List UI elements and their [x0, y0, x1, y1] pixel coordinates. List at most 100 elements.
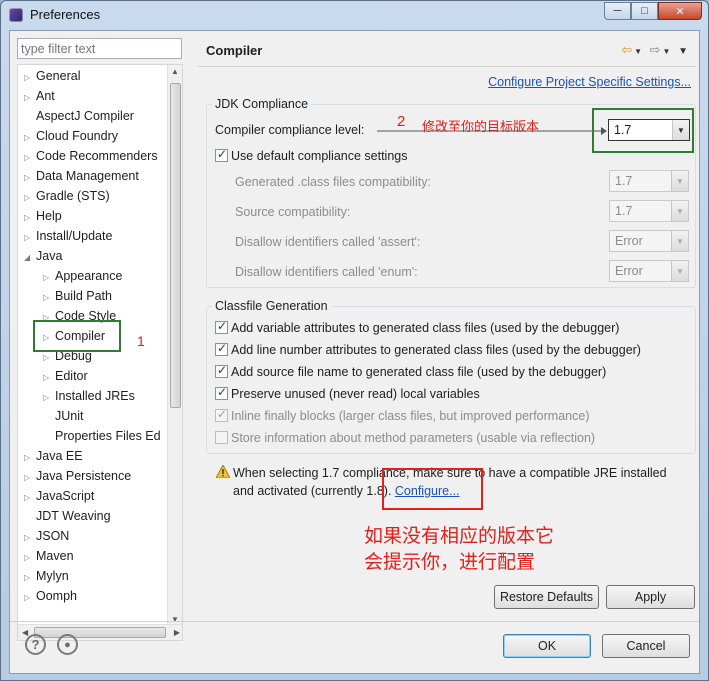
configure-project-settings-link[interactable]: Configure Project Specific Settings...: [488, 75, 691, 89]
cancel-button[interactable]: Cancel: [602, 634, 690, 658]
collapsed-arrow-icon[interactable]: ▷: [43, 288, 55, 308]
collapsed-arrow-icon[interactable]: ▷: [24, 208, 36, 228]
title-bar[interactable]: Preferences ─ □ ✕: [1, 1, 708, 29]
checkbox-checked-icon[interactable]: [215, 385, 228, 400]
tree-item-properties-files-ed[interactable]: Properties Files Ed: [43, 426, 161, 446]
tree-item-label: Appearance: [55, 269, 123, 283]
filter-input[interactable]: [17, 38, 182, 59]
tree-item-javascript[interactable]: ▷ JavaScript: [24, 486, 94, 506]
checkbox-checked-icon[interactable]: [215, 147, 228, 162]
tree-item-java-ee[interactable]: ▷ Java EE: [24, 446, 83, 466]
source-compat-label: Source compatibility:: [235, 205, 351, 219]
tree-item-help[interactable]: ▷ Help: [24, 206, 62, 226]
tree-item-installed-jres[interactable]: ▷ Installed JREs: [43, 386, 135, 406]
classfile-option-checkbox[interactable]: Add line number attributes to generated …: [215, 341, 641, 357]
scroll-right-arrow-icon[interactable]: ▶: [174, 628, 180, 637]
collapsed-arrow-icon[interactable]: ▷: [24, 468, 36, 488]
collapsed-arrow-icon[interactable]: ▷: [24, 228, 36, 248]
chevron-down-icon: ▼: [671, 171, 688, 191]
checkbox-checked-icon[interactable]: [215, 341, 228, 356]
classfile-option-checkbox[interactable]: Add source file name to generated class …: [215, 363, 607, 379]
restore-defaults-button[interactable]: Restore Defaults: [494, 585, 599, 609]
tree-item-java-persistence[interactable]: ▷ Java Persistence: [24, 466, 131, 486]
tree-item-editor[interactable]: ▷ Editor: [43, 366, 88, 386]
annotation-box-configure: [382, 468, 483, 510]
tree-item-data-management[interactable]: ▷ Data Management: [24, 166, 139, 186]
tree-item-code-recommenders[interactable]: ▷ Code Recommenders: [24, 146, 158, 166]
annotation-box-compiler: [33, 320, 121, 352]
scroll-down-arrow-icon[interactable]: ▼: [171, 615, 179, 624]
classfile-option-label: Preserve unused (never read) local varia…: [231, 387, 480, 401]
expanded-arrow-icon[interactable]: ◢: [24, 248, 36, 268]
back-arrow-icon[interactable]: ⇦: [621, 42, 634, 57]
help-icon[interactable]: ?: [25, 634, 46, 655]
annotation-note-line-1: 如果没有相应的版本它: [364, 525, 555, 547]
ok-button[interactable]: OK: [503, 634, 591, 658]
scroll-up-arrow-icon[interactable]: ▲: [171, 67, 179, 76]
collapsed-arrow-icon[interactable]: ▷: [24, 188, 36, 208]
tree-item-maven[interactable]: ▷ Maven: [24, 546, 74, 566]
collapsed-arrow-icon[interactable]: ▷: [24, 168, 36, 188]
collapsed-arrow-icon[interactable]: ▷: [24, 588, 36, 608]
collapsed-arrow-icon[interactable]: ▷: [24, 528, 36, 548]
tree-item-mylyn[interactable]: ▷ Mylyn: [24, 566, 69, 586]
horizontal-scroll-thumb[interactable]: [34, 627, 166, 638]
classfile-option-checkbox[interactable]: Add variable attributes to generated cla…: [215, 319, 620, 335]
checkbox-checked-icon: [215, 407, 228, 422]
tree-item-label: Oomph: [36, 589, 77, 603]
classfile-option-label: Add source file name to generated class …: [231, 365, 607, 379]
compliance-level-label: Compiler compliance level:: [215, 123, 365, 137]
tree-vertical-scrollbar[interactable]: ▲ ▼: [167, 65, 182, 626]
collapsed-arrow-icon[interactable]: ▷: [43, 268, 55, 288]
tree-item-gradle-sts[interactable]: ▷ Gradle (STS): [24, 186, 110, 206]
tree-item-appearance[interactable]: ▷ Appearance: [43, 266, 122, 286]
tree-item-label: Install/Update: [36, 229, 113, 243]
tree-item-java[interactable]: ◢ Java: [24, 246, 62, 266]
classfile-option-label: Add variable attributes to generated cla…: [231, 321, 620, 335]
apply-button[interactable]: Apply: [606, 585, 695, 609]
tree-item-aspectj-compiler[interactable]: AspectJ Compiler: [24, 106, 134, 126]
view-menu-icon[interactable]: ▼: [678, 46, 690, 57]
checkbox-checked-icon[interactable]: [215, 319, 228, 334]
minimize-button[interactable]: ─: [604, 2, 631, 20]
tree-item-install-update[interactable]: ▷ Install/Update: [24, 226, 112, 246]
collapsed-arrow-icon[interactable]: ▷: [24, 128, 36, 148]
tree-item-build-path[interactable]: ▷ Build Path: [43, 286, 112, 306]
tree-item-oomph[interactable]: ▷ Oomph: [24, 586, 77, 606]
tree-item-label: Java: [36, 249, 63, 263]
use-default-compliance-checkbox[interactable]: Use default compliance settings: [215, 147, 407, 163]
collapsed-arrow-icon[interactable]: ▷: [43, 368, 55, 388]
collapsed-arrow-icon[interactable]: ▷: [43, 388, 55, 408]
collapsed-arrow-icon[interactable]: ▷: [24, 548, 36, 568]
window-title: Preferences: [30, 7, 101, 22]
classfile-option-checkbox[interactable]: Preserve unused (never read) local varia…: [215, 385, 480, 401]
preference-tree[interactable]: ▷ General ▷ Ant AspectJ Compiler ▷ Cloud Found…: [17, 64, 183, 641]
collapsed-arrow-icon[interactable]: ▷: [24, 448, 36, 468]
assert-identifier-select: Error ▼: [609, 230, 689, 252]
close-button[interactable]: ✕: [658, 2, 702, 20]
vertical-scroll-thumb[interactable]: [170, 83, 181, 408]
tree-item-cloud-foundry[interactable]: ▷ Cloud Foundry: [24, 126, 118, 146]
annotation-note-line-2: 会提示你，进行配置: [364, 551, 536, 573]
checkbox-checked-icon[interactable]: [215, 363, 228, 378]
collapsed-arrow-icon[interactable]: ▷: [24, 68, 36, 88]
scroll-left-arrow-icon[interactable]: ◀: [22, 628, 28, 637]
forward-arrow-icon[interactable]: ⇨: [650, 42, 663, 57]
forward-dropdown-icon[interactable]: ▼: [663, 47, 673, 56]
maximize-button[interactable]: □: [631, 2, 658, 20]
tree-item-json[interactable]: ▷ JSON: [24, 526, 69, 546]
tree-item-jdt-weaving[interactable]: JDT Weaving: [24, 506, 111, 526]
collapsed-arrow-icon[interactable]: ▷: [24, 88, 36, 108]
compliance-level-select[interactable]: 1.7 ▼: [608, 119, 690, 141]
classfile-option-checkbox: Inline finally blocks (larger class file…: [215, 407, 589, 423]
record-icon[interactable]: ●: [57, 634, 78, 655]
collapsed-arrow-icon[interactable]: ▷: [24, 148, 36, 168]
collapsed-arrow-icon[interactable]: ▷: [24, 568, 36, 588]
back-dropdown-icon[interactable]: ▼: [634, 47, 644, 56]
checkbox-unchecked-icon: [215, 431, 228, 444]
tree-item-junit[interactable]: JUnit: [43, 406, 83, 426]
page-navigation: ⇦▼ ⇨▼ ▼: [621, 42, 690, 58]
tree-item-general[interactable]: ▷ General: [24, 66, 80, 86]
collapsed-arrow-icon[interactable]: ▷: [24, 488, 36, 508]
tree-item-ant[interactable]: ▷ Ant: [24, 86, 55, 106]
